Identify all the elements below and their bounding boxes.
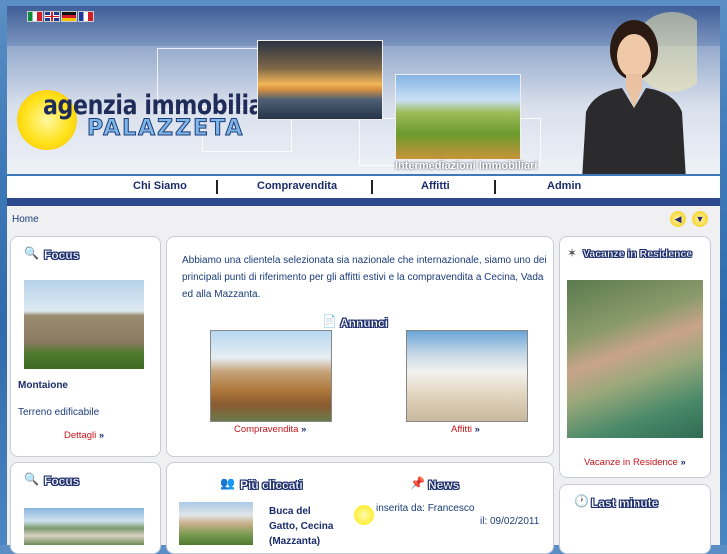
nav-bottom-bar	[7, 198, 720, 206]
compravendita-photo[interactable]	[210, 330, 332, 422]
focus2-photo[interactable]	[24, 508, 144, 545]
star-icon: ✶	[567, 246, 578, 260]
residence-aerial-photo[interactable]	[567, 280, 703, 438]
pin-icon: 📌	[410, 476, 425, 490]
intro-text: Abbiamo una clientela selezionata sia na…	[182, 255, 547, 300]
logo-line2: PALAZZETA	[86, 116, 245, 142]
focus-property-desc: Terreno edificabile	[18, 407, 100, 418]
agent-woman-photo	[582, 12, 697, 174]
tuscany-landscape-photo	[395, 74, 521, 160]
last-minute-title: Last minute	[591, 496, 659, 510]
magnifier-icon: 🔍	[24, 246, 39, 260]
montaione-photo[interactable]	[24, 280, 144, 369]
cliccati-item-title[interactable]: Buca del Gatto, Cecina (Mazzanta)	[269, 504, 333, 549]
header-banner: agenzia immobiliare PALAZZETA Intermedia…	[7, 6, 720, 174]
flag-uk-icon[interactable]	[44, 11, 60, 22]
people-icon: 👥	[220, 476, 235, 490]
tagline: Intermediazioni Immobiliari	[395, 160, 538, 172]
chevron-left-icon: ◀	[674, 214, 682, 224]
news-author: inserita da: Francesco	[376, 503, 475, 514]
clock-icon: 🕐	[574, 494, 589, 508]
arrow-down-button[interactable]: ▼	[692, 211, 708, 227]
cliccati-item-line2: Gatto, Cecina	[269, 521, 334, 532]
nav-separator	[494, 180, 496, 194]
flag-france-icon[interactable]	[78, 11, 94, 22]
buca-del-gatto-photo[interactable]	[179, 502, 253, 545]
cliccati-item-line1: Buca del	[269, 506, 311, 517]
nav-chi-siamo[interactable]: Chi Siamo	[133, 180, 187, 192]
magnifier-icon: 🔍	[24, 472, 39, 486]
breadcrumb[interactable]: Home	[12, 214, 39, 225]
piu-cliccati-title: Più cliccati	[240, 478, 303, 492]
nav-affitti[interactable]: Affitti	[421, 180, 450, 192]
main-nav	[7, 176, 720, 198]
affitti-photo[interactable]	[406, 330, 528, 422]
focus-property-name[interactable]: Montaione	[18, 380, 68, 391]
nav-compravendita[interactable]: Compravendita	[257, 180, 337, 192]
document-icon: 📄	[322, 314, 337, 328]
sun-bullet-icon	[354, 505, 374, 525]
nav-admin[interactable]: Admin	[547, 180, 581, 192]
focus2-title: Focus	[44, 474, 80, 488]
compravendita-link[interactable]: Compravendita »	[234, 424, 306, 435]
cliccati-item-line3: (Mazzanta)	[269, 536, 321, 547]
arrow-left-button[interactable]: ◀	[670, 211, 686, 227]
residence-link[interactable]: Vacanze in Residence »	[584, 457, 686, 468]
news-date: il: 09/02/2011	[480, 516, 540, 527]
annunci-title: Annunci	[340, 316, 388, 330]
focus-details-link[interactable]: Dettagli »	[64, 430, 104, 441]
flag-germany-icon[interactable]	[61, 11, 77, 22]
chevron-down-icon: ▼	[695, 214, 705, 224]
sunset-photo	[257, 40, 383, 120]
affitti-link[interactable]: Affitti »	[451, 424, 480, 435]
residence-title: Vacanze in Residence	[583, 248, 693, 260]
flag-italy-icon[interactable]	[27, 11, 43, 22]
nav-separator	[371, 180, 373, 194]
focus-title: Focus	[44, 248, 80, 262]
news-title: News	[428, 478, 460, 492]
nav-separator	[216, 180, 218, 194]
